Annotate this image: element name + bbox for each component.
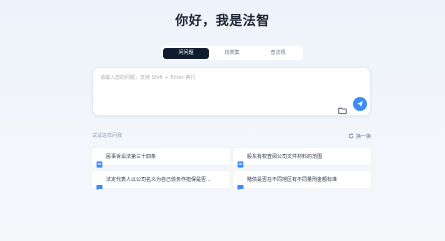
send-button[interactable]	[353, 97, 367, 111]
mode-tabs: 问问题 找类案 查法规	[161, 46, 303, 60]
tab-find-cases[interactable]: 找类案	[209, 48, 255, 59]
suggestion-card[interactable]: 民事诉讼法第三十四条	[92, 148, 230, 168]
folder-icon[interactable]	[338, 100, 347, 114]
chat-icon	[96, 176, 103, 191]
tab-ask-question[interactable]: 问问题	[163, 47, 209, 59]
suggestions-label: 试试这样问我	[92, 133, 123, 139]
suggestion-card[interactable]: 賭债是否在不同地区有不同量刑金额标准	[233, 171, 371, 191]
chat-input-box	[92, 67, 371, 116]
document-icon	[96, 153, 103, 168]
suggestion-text: 法定代表人以公司名义为自己债务作担保是否...	[106, 177, 211, 183]
refresh-icon	[348, 133, 354, 139]
suggestion-text: 賭债是否在不同地区有不同量刑金额标准	[247, 177, 338, 183]
tab-search-laws[interactable]: 查法规	[255, 48, 301, 59]
refresh-label: 换一换	[355, 133, 371, 140]
chat-icon	[237, 176, 244, 191]
suggestion-text: 股东有权查阅公司文件材料的范围	[247, 154, 323, 160]
suggestion-card[interactable]: 法定代表人以公司名义为自己债务作担保是否...	[92, 171, 230, 191]
refresh-button[interactable]: 换一换	[348, 131, 371, 141]
suggestion-card[interactable]: 股东有权查阅公司文件材料的范围	[233, 148, 371, 168]
suggestions-header: 试试这样问我 换一换	[92, 131, 371, 141]
send-icon	[357, 101, 363, 107]
page-title: 你好，我是法智	[175, 14, 270, 29]
suggestion-text: 民事诉讼法第三十四条	[106, 154, 157, 160]
document-icon	[237, 153, 244, 168]
question-input[interactable]	[100, 74, 330, 88]
